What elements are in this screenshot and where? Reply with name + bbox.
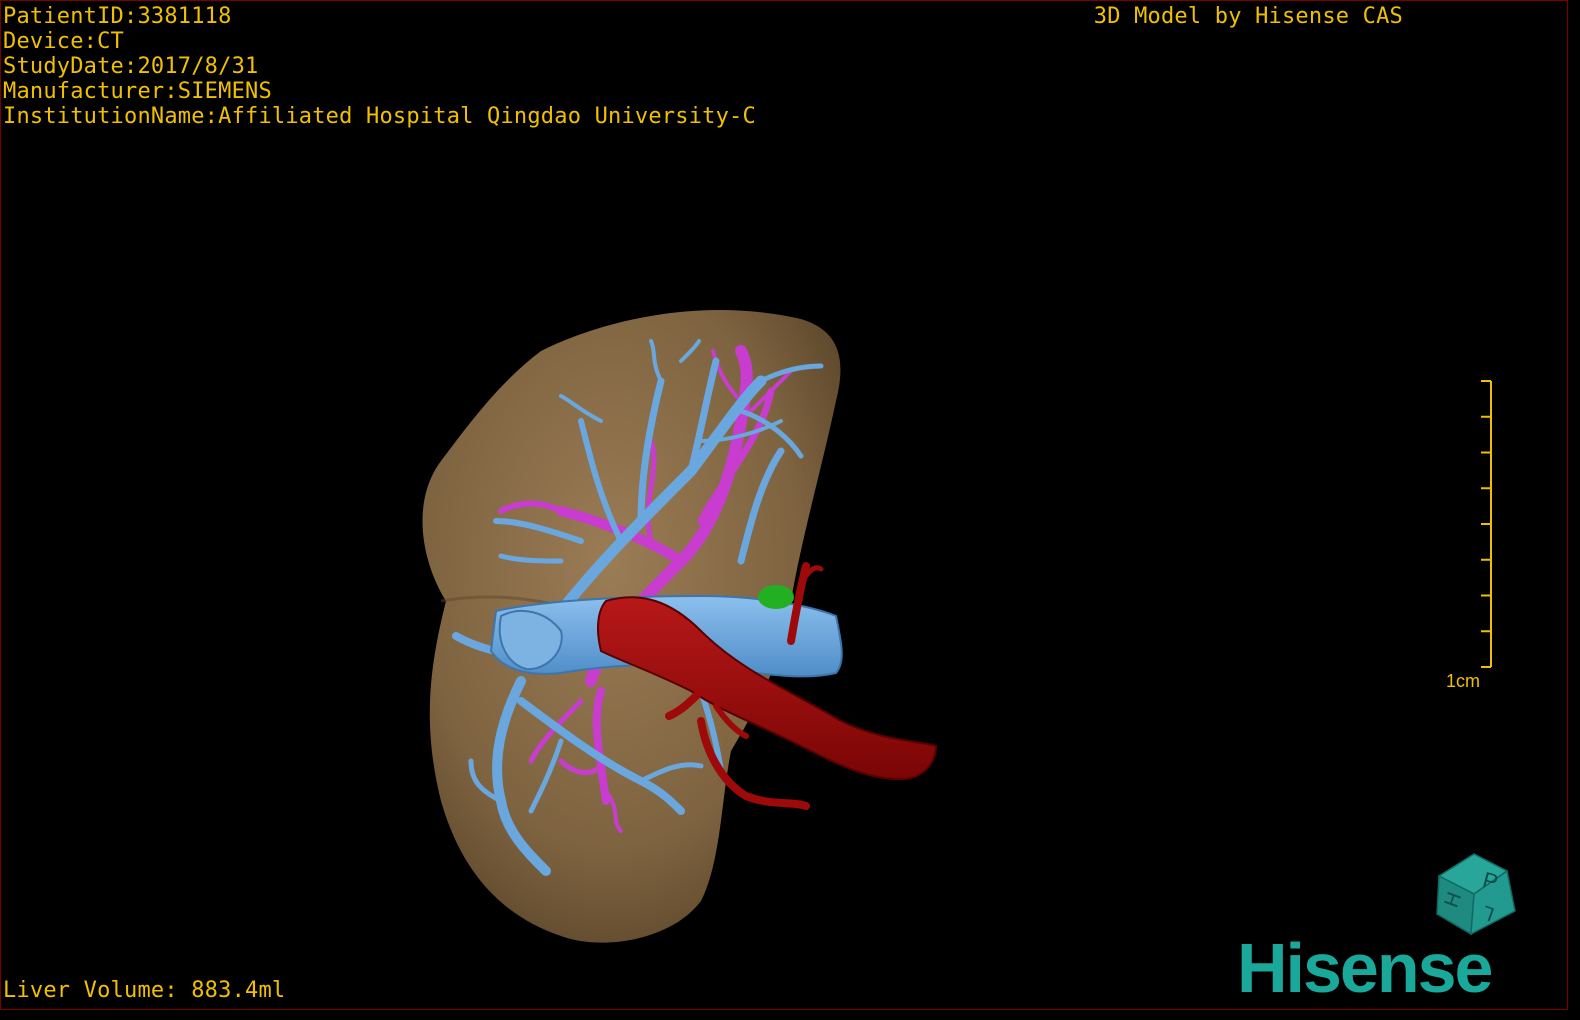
scale-ticks	[1481, 380, 1491, 668]
liver-volume: Liver Volume: 883.4ml	[3, 978, 286, 1003]
orientation-cube[interactable]: H P L	[1419, 836, 1521, 938]
scale-label: 1cm	[1446, 671, 1481, 691]
gallbladder	[758, 585, 794, 609]
scale-bar	[1481, 380, 1492, 668]
hisense-logo: Hisense	[1237, 929, 1493, 1007]
3d-viewport[interactable]: PatientID:3381118 Device:CT StudyDate:2017…	[0, 0, 1568, 1010]
liver-3d-model[interactable]	[1, 1, 1568, 1010]
